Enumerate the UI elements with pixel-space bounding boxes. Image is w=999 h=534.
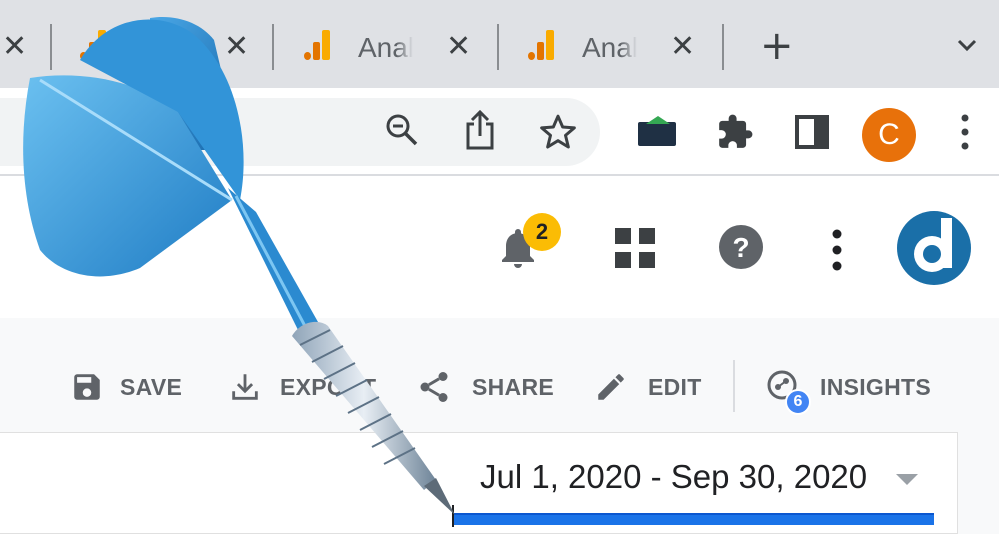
download-icon (232, 374, 258, 400)
tab-separator (50, 24, 52, 70)
chevron-down-icon[interactable] (956, 34, 978, 56)
edit-button[interactable]: EDIT (594, 352, 702, 422)
address-bar[interactable] (0, 98, 600, 166)
action-divider (733, 360, 735, 412)
share-label: SHARE (472, 373, 555, 400)
tab-separator (272, 24, 274, 70)
extension-green-icon[interactable] (636, 114, 678, 148)
side-panel-icon[interactable] (794, 114, 830, 150)
share-icon (420, 372, 448, 402)
chart-tick (452, 505, 454, 527)
insights-count-badge: 6 (785, 389, 811, 415)
new-tab-button[interactable]: + (760, 26, 794, 66)
profile-avatar[interactable]: C (862, 108, 916, 162)
chart-selection-bar (452, 513, 934, 525)
tab-close-button[interactable]: ✕ (224, 32, 249, 62)
help-icon[interactable]: ? (718, 224, 764, 270)
save-label: SAVE (120, 373, 183, 400)
browser-tab[interactable]: Analy ✕ (56, 18, 274, 74)
google-analytics-icon (304, 30, 332, 60)
report-action-bar: SAVE EXPORT SHARE EDIT INSIGHTS (0, 352, 999, 422)
share-button[interactable]: SHARE (416, 352, 554, 422)
google-analytics-icon (80, 30, 108, 60)
share-page-icon[interactable] (462, 108, 498, 152)
tab-close-button[interactable]: ✕ (446, 32, 471, 62)
svg-text:?: ? (732, 232, 749, 263)
save-button[interactable]: SAVE (70, 352, 182, 422)
account-avatar-icon[interactable] (896, 210, 972, 286)
insights-label: INSIGHTS (820, 373, 932, 400)
notification-count-badge: 2 (523, 213, 561, 251)
bookmark-star-icon[interactable] (538, 112, 578, 152)
dropdown-caret-icon[interactable] (896, 474, 918, 485)
more-vert-icon[interactable] (830, 228, 844, 272)
tab-title: Analy (120, 32, 175, 63)
edit-pencil-icon (598, 374, 624, 400)
tab-separator (497, 24, 499, 70)
apps-grid-icon[interactable] (614, 227, 656, 269)
tab-close-button[interactable]: ✕ (670, 32, 695, 62)
export-label: EXPORT (280, 373, 377, 400)
edit-label: EDIT (648, 373, 702, 400)
tab-strip: ✕ Analy ✕ Analy ✕ Analy ✕ + (0, 0, 999, 88)
zoom-out-icon[interactable] (384, 112, 420, 148)
tab-title: Analy (358, 32, 413, 63)
browser-tab[interactable]: Analy ✕ (280, 18, 498, 74)
kebab-menu-icon[interactable] (958, 112, 972, 152)
tab-separator (722, 24, 724, 70)
export-button[interactable]: EXPORT (228, 352, 376, 422)
google-analytics-icon (528, 30, 556, 60)
save-icon (74, 374, 100, 400)
extensions-puzzle-icon[interactable] (716, 112, 754, 152)
tab-close-button[interactable]: ✕ (2, 32, 27, 62)
date-range-picker[interactable]: Jul 1, 2020 - Sep 30, 2020 (480, 458, 867, 496)
browser-toolbar (0, 88, 999, 176)
tab-title: Analy (582, 32, 637, 63)
browser-tab[interactable]: Analy ✕ (504, 18, 722, 74)
